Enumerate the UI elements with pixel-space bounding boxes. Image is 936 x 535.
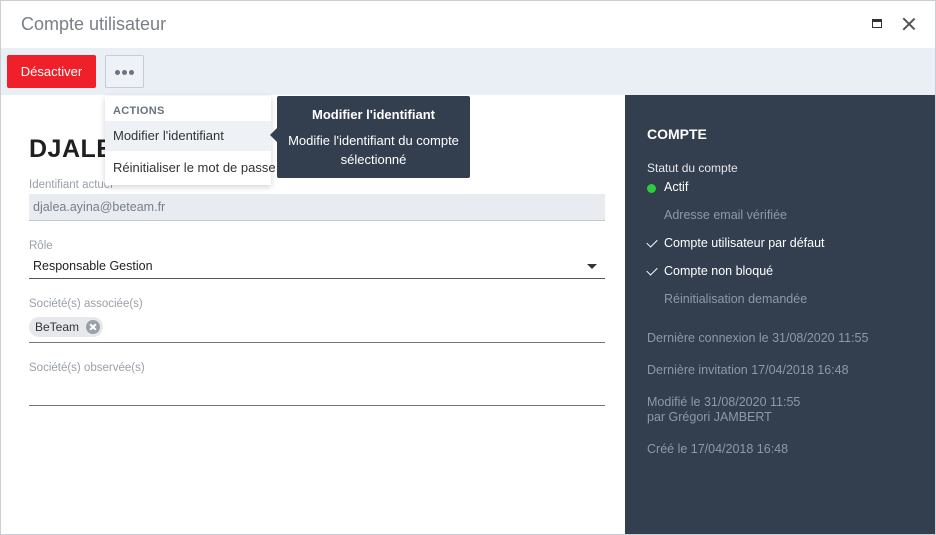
account-panel-title: COMPTE xyxy=(647,126,707,142)
company-chip: BeTeam xyxy=(29,317,104,337)
maximize-icon[interactable] xyxy=(868,15,886,33)
remove-chip-icon[interactable] xyxy=(86,320,101,334)
toolbar: Désactiver xyxy=(1,48,935,95)
last-login: Dernière connexion le 31/08/2020 11:55 xyxy=(647,331,869,345)
modified-by: par Grégori JAMBERT xyxy=(647,410,772,424)
modified-date: Modifié le 31/08/2020 11:55 xyxy=(647,395,801,409)
tooltip-title: Modifier l'identifiant xyxy=(312,107,435,122)
user-account-window: Compte utilisateur Désactiver DJALE Iden… xyxy=(0,0,936,535)
user-name-heading: DJALE xyxy=(29,135,114,163)
last-invitation: Dernière invitation 17/04/2018 16:48 xyxy=(647,363,849,377)
company-chip-label: BeTeam xyxy=(35,320,80,334)
observed-companies-field[interactable] xyxy=(29,381,605,406)
current-id-field: djalea.ayina@beteam.fr xyxy=(29,194,605,221)
deactivate-button[interactable]: Désactiver xyxy=(7,55,96,88)
companies-field[interactable]: BeTeam xyxy=(29,317,605,343)
more-dots-icon xyxy=(115,70,135,75)
account-panel: COMPTE Statut du compte Actif Adresse em… xyxy=(625,95,935,534)
role-select[interactable]: Responsable Gestion xyxy=(29,255,605,279)
check-icon xyxy=(647,238,661,250)
more-actions-button[interactable] xyxy=(105,55,144,88)
account-status-label: Statut du compte xyxy=(647,161,738,175)
menu-item-modify-id[interactable]: Modifier l'identifiant xyxy=(105,121,271,151)
active-dot-icon xyxy=(647,184,656,193)
close-icon[interactable] xyxy=(900,15,918,33)
role-label: Rôle xyxy=(29,240,53,252)
role-value: Responsable Gestion xyxy=(33,259,153,273)
current-id-label: Identifiant actuel xyxy=(29,179,113,191)
tooltip: Modifier l'identifiant Modifie l'identif… xyxy=(270,96,470,178)
check-icon xyxy=(647,266,661,278)
window-title: Compte utilisateur xyxy=(21,14,167,34)
chevron-down-icon[interactable] xyxy=(587,264,597,269)
title-bar: Compte utilisateur xyxy=(1,1,935,48)
companies-label: Société(s) associée(s) xyxy=(29,298,143,310)
observed-companies-label: Société(s) observée(s) xyxy=(29,362,145,374)
menu-item-reset-password[interactable]: Réinitialiser le mot de passe xyxy=(105,153,276,183)
created-date: Créé le 17/04/2018 16:48 xyxy=(647,442,789,456)
actions-menu: ACTIONS Modifier l'identifiant Réinitial… xyxy=(105,96,276,185)
tooltip-text: Modifie l'identifiant du compte sélectio… xyxy=(288,133,459,167)
actions-menu-header: ACTIONS xyxy=(113,105,165,117)
